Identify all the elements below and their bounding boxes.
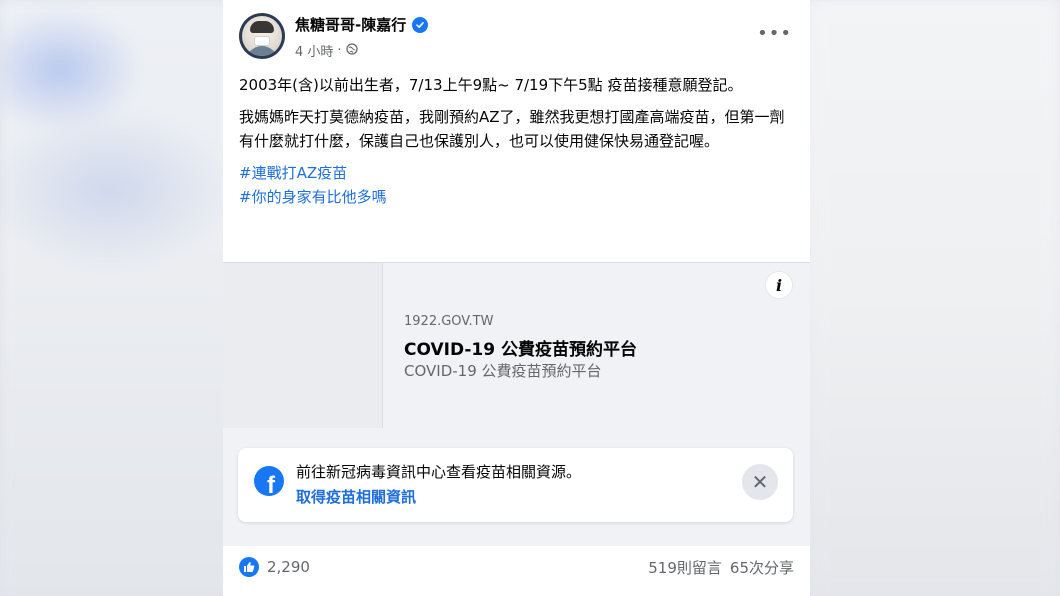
like-icon xyxy=(239,557,259,577)
post-meta: 4 小時 · xyxy=(295,41,358,60)
like-count[interactable]: 2,290 xyxy=(267,558,310,576)
post-footer: 2,290 519則留言 65次分享 xyxy=(239,553,794,581)
notice-area: f 前往新冠病毒資訊中心查看疫苗相關資源。 取得疫苗相關資訊 ✕ xyxy=(223,428,810,546)
notice-text: 前往新冠病毒資訊中心查看疫苗相關資源。 xyxy=(296,463,582,481)
author-name[interactable]: 焦糖哥哥-陳嘉行 xyxy=(295,14,406,35)
link-preview-thumbnail xyxy=(223,263,383,429)
avatar-photo xyxy=(242,16,282,56)
vaccine-info-link[interactable]: 取得疫苗相關資訊 xyxy=(296,486,416,507)
blurred-background-right xyxy=(810,0,1060,596)
comment-count[interactable]: 519則留言 xyxy=(648,557,722,578)
avatar[interactable] xyxy=(239,13,285,59)
link-title[interactable]: COVID-19 公費疫苗預約平台 xyxy=(404,335,637,360)
post-paragraph-1: 2003年(含)以前出生者，7/13上午9點~ 7/19下午5點 疫苗接種意願登… xyxy=(239,76,743,94)
share-count[interactable]: 65次分享 xyxy=(730,557,794,578)
post-paragraph-2: 我媽媽昨天打莫德納疫苗，我剛預約AZ了，雖然我更想打國產高端疫苗，但第一劑有什麼… xyxy=(239,108,785,150)
link-domain: 1922.GOV.TW xyxy=(404,314,494,329)
post-header: 焦糖哥哥-陳嘉行 4 小時 · ••• xyxy=(239,13,794,61)
link-description: COVID-19 公費疫苗預約平台 xyxy=(404,362,602,380)
post-time[interactable]: 4 小時 xyxy=(295,41,333,60)
link-preview-card[interactable]: i 1922.GOV.TW COVID-19 公費疫苗預約平台 COVID-19… xyxy=(223,262,810,429)
hashtag-link-1[interactable]: #連戰打AZ疫苗 xyxy=(239,161,794,185)
covid-info-notice: f 前往新冠病毒資訊中心查看疫苗相關資源。 取得疫苗相關資訊 ✕ xyxy=(238,448,793,522)
verified-badge-icon xyxy=(412,16,429,33)
facebook-post-card: 焦糖哥哥-陳嘉行 4 小時 · ••• 2003年(含)以前出生者，7/13上午… xyxy=(223,0,810,596)
close-icon[interactable]: ✕ xyxy=(742,464,778,500)
facebook-logo-icon: f xyxy=(254,466,284,496)
globe-icon xyxy=(345,42,358,59)
info-icon[interactable]: i xyxy=(765,271,793,299)
engagement-stats: 519則留言 65次分享 xyxy=(648,557,794,578)
reactions[interactable]: 2,290 xyxy=(239,557,310,577)
meta-separator: · xyxy=(337,43,342,58)
post-body: 2003年(含)以前出生者，7/13上午9點~ 7/19下午5點 疫苗接種意願登… xyxy=(239,73,794,209)
author-row: 焦糖哥哥-陳嘉行 xyxy=(295,14,429,35)
more-options-icon[interactable]: ••• xyxy=(757,25,792,43)
hashtag-link-2[interactable]: #你的身家有比他多嗎 xyxy=(239,185,794,209)
